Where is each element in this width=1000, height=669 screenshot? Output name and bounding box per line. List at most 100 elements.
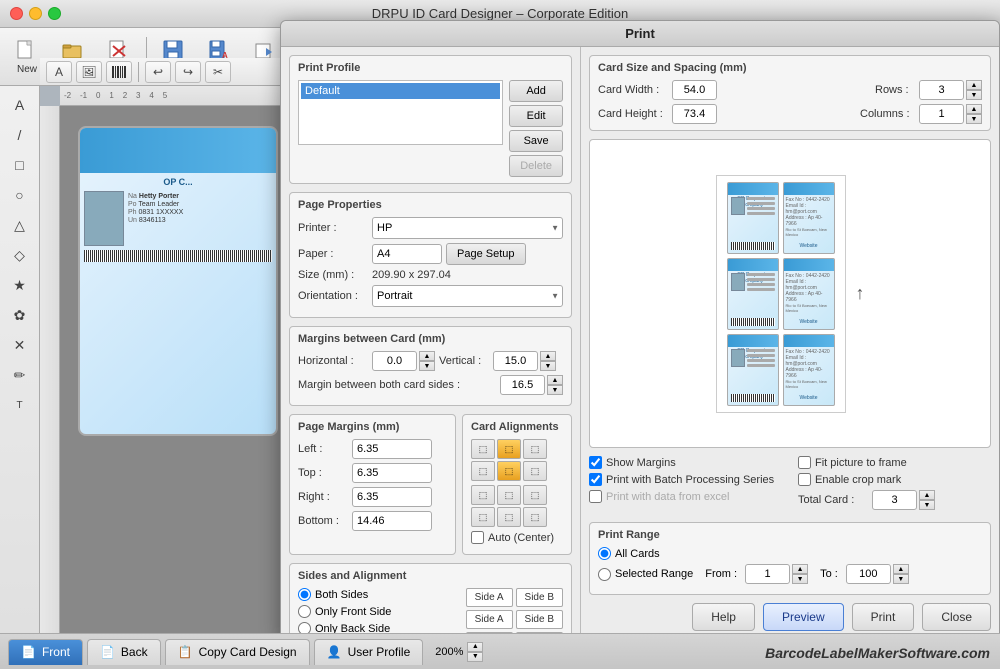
card-width-input[interactable] <box>672 80 717 100</box>
align-mid-center[interactable]: ⬚ <box>497 461 521 481</box>
zoom-value: 200% <box>435 646 463 658</box>
user-profile-tab[interactable]: 👤 User Profile <box>314 639 424 665</box>
v-spin-up[interactable]: ▲ <box>540 351 556 361</box>
line-tool[interactable]: / <box>5 122 35 148</box>
cols-down[interactable]: ▼ <box>966 114 982 124</box>
zoom-down[interactable]: ▼ <box>467 652 483 662</box>
mb-spin-up[interactable]: ▲ <box>547 375 563 385</box>
both-sides-radio[interactable] <box>298 588 311 601</box>
rows-input[interactable] <box>919 80 964 100</box>
auto-center-check[interactable] <box>471 531 484 544</box>
orientation-select[interactable]: Portrait <box>372 285 563 307</box>
edit-tool[interactable]: ✏ <box>5 362 35 388</box>
side-b-btn-1[interactable]: Side B <box>516 588 563 607</box>
front-tab[interactable]: 📄 Front <box>8 639 83 665</box>
align-mid-left[interactable]: ⬚ <box>471 461 495 481</box>
crop-mark-check[interactable] <box>798 473 811 486</box>
edit-profile-btn[interactable]: Edit <box>509 105 563 127</box>
paper-input[interactable] <box>372 244 442 264</box>
copy-card-tab[interactable]: 📋 Copy Card Design <box>165 639 310 665</box>
spiral-tool[interactable]: ✿ <box>5 302 35 328</box>
side-a-btn-2[interactable]: Side A <box>466 610 513 629</box>
excel-data-check[interactable] <box>589 490 602 503</box>
preview-btn[interactable]: Preview <box>763 603 844 631</box>
horizontal-input[interactable] <box>372 351 417 371</box>
align-bot-center[interactable]: ⬚ <box>497 485 521 505</box>
barcode-tool[interactable] <box>106 61 132 83</box>
bottom-input[interactable] <box>352 511 432 531</box>
print-btn[interactable]: Print <box>852 603 915 631</box>
add-profile-btn[interactable]: Add <box>509 80 563 102</box>
left-input[interactable] <box>352 439 432 459</box>
align-mid-right[interactable]: ⬚ <box>523 461 547 481</box>
undo-button[interactable]: ↩ <box>145 61 171 83</box>
fit-picture-check[interactable] <box>798 456 811 469</box>
cols-up[interactable]: ▲ <box>966 104 982 114</box>
minimize-window-btn[interactable] <box>29 7 42 20</box>
mb-spin-down[interactable]: ▼ <box>547 385 563 395</box>
selected-range-radio[interactable] <box>598 568 611 581</box>
align-bot-right[interactable]: ⬚ <box>523 485 547 505</box>
tc-up[interactable]: ▲ <box>919 490 935 500</box>
triangle-tool[interactable]: △ <box>5 212 35 238</box>
right-input[interactable] <box>352 487 432 507</box>
close-window-btn[interactable] <box>10 7 23 20</box>
from-input[interactable] <box>745 564 790 584</box>
front-only-radio[interactable] <box>298 605 311 618</box>
align-top-center[interactable]: ⬚ <box>497 439 521 459</box>
rows-up[interactable]: ▲ <box>966 80 982 90</box>
align-top-left[interactable]: ⬚ <box>471 439 495 459</box>
side-a-btn-1[interactable]: Side A <box>466 588 513 607</box>
total-card-input[interactable] <box>872 490 917 510</box>
to-down[interactable]: ▼ <box>893 574 909 584</box>
redo-button[interactable]: ↪ <box>175 61 201 83</box>
columns-input[interactable] <box>919 104 964 124</box>
show-margins-check[interactable] <box>589 456 602 469</box>
zoom-up[interactable]: ▲ <box>467 642 483 652</box>
select-tool[interactable]: A <box>5 92 35 118</box>
from-up[interactable]: ▲ <box>792 564 808 574</box>
margin-both-input[interactable] <box>500 375 545 395</box>
cut-button[interactable]: ✂ <box>205 61 231 83</box>
delete-profile-btn[interactable]: Delete <box>509 155 563 177</box>
top-input[interactable] <box>352 463 432 483</box>
profile-item-default[interactable]: Default <box>301 83 500 99</box>
excel-data-label: Print with data from excel <box>606 491 730 503</box>
align-br2[interactable]: ⬚ <box>523 507 547 527</box>
v-spin-down[interactable]: ▼ <box>540 361 556 371</box>
text-box-tool[interactable]: T <box>5 392 35 418</box>
align-bot-left[interactable]: ⬚ <box>471 485 495 505</box>
ellipse-tool[interactable]: ○ <box>5 182 35 208</box>
side-b-btn-2[interactable]: Side B <box>516 610 563 629</box>
to-up[interactable]: ▲ <box>893 564 909 574</box>
batch-processing-check[interactable] <box>589 473 602 486</box>
rows-down[interactable]: ▼ <box>966 90 982 100</box>
align-bl2[interactable]: ⬚ <box>471 507 495 527</box>
dialog-title-bar: Print <box>281 21 999 47</box>
cross-tool[interactable]: ✕ <box>5 332 35 358</box>
copy-icon: 📋 <box>178 645 193 659</box>
h-spin-up[interactable]: ▲ <box>419 351 435 361</box>
rect-tool[interactable]: □ <box>5 152 35 178</box>
image-tool[interactable]: 🖼 <box>76 61 102 83</box>
text-tool[interactable]: A <box>46 61 72 83</box>
from-down[interactable]: ▼ <box>792 574 808 584</box>
back-tab[interactable]: 📄 Back <box>87 639 161 665</box>
close-btn[interactable]: Close <box>922 603 991 631</box>
help-btn[interactable]: Help <box>692 603 755 631</box>
vertical-input[interactable] <box>493 351 538 371</box>
save-profile-btn[interactable]: Save <box>509 130 563 152</box>
tc-down[interactable]: ▼ <box>919 500 935 510</box>
align-bc2[interactable]: ⬚ <box>497 507 521 527</box>
align-top-right[interactable]: ⬚ <box>523 439 547 459</box>
all-cards-radio[interactable] <box>598 547 611 560</box>
h-spin-down[interactable]: ▼ <box>419 361 435 371</box>
star-tool[interactable]: ★ <box>5 272 35 298</box>
printer-select[interactable]: HP <box>372 217 563 239</box>
diamond-tool[interactable]: ◇ <box>5 242 35 268</box>
maximize-window-btn[interactable] <box>48 7 61 20</box>
profile-list[interactable]: Default <box>298 80 503 145</box>
page-setup-btn[interactable]: Page Setup <box>446 243 526 265</box>
card-height-input[interactable] <box>672 104 717 124</box>
to-input[interactable] <box>846 564 891 584</box>
